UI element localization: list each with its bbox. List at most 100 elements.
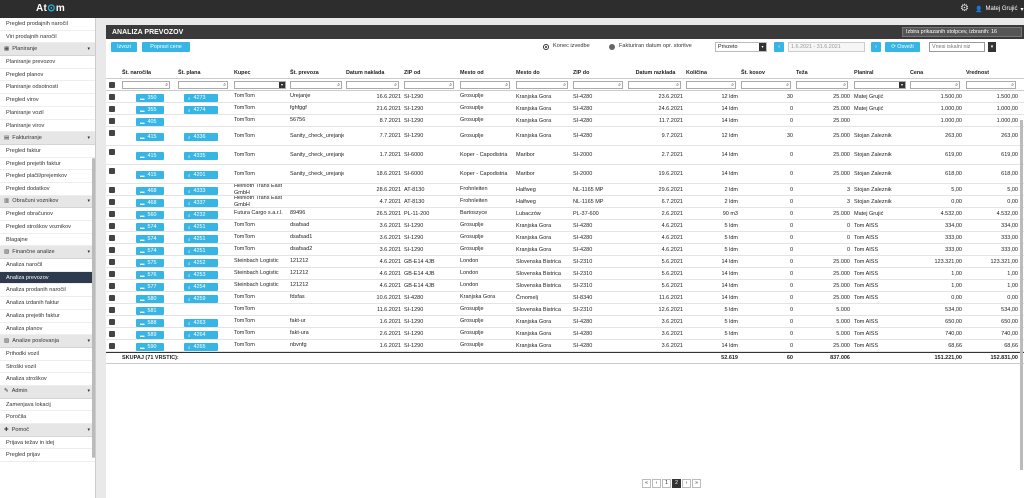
last-page-button[interactable]: » <box>692 479 701 488</box>
column-header-kupec[interactable]: Kupec <box>234 67 288 78</box>
sidebar-item-pregled-faktur[interactable]: Pregled faktur <box>0 145 95 158</box>
filter-datum-razklada[interactable]: ⌕ <box>628 81 681 89</box>
row-checkbox[interactable] <box>109 247 115 253</box>
table-row[interactable]: ▬ 560 ⌕ 4232 Futura Cargo s.a.r.l. 89496 26.5.… <box>106 208 1024 220</box>
row-checkbox[interactable] <box>109 235 115 241</box>
sidebar-item-pregled-dodatkov[interactable]: Pregled dodatkov <box>0 183 95 196</box>
order-badge[interactable]: ▬ 405 <box>136 118 164 126</box>
sidebar-item-planiranje-vozil[interactable]: Planiranje vozil <box>0 107 95 120</box>
plan-badge[interactable]: ⌕ 4337 <box>184 199 218 207</box>
row-checkbox[interactable] <box>109 271 115 277</box>
filter-st-prevoza[interactable]: ⌕ <box>290 81 342 89</box>
search-dropdown-icon[interactable]: ▾ <box>988 42 996 52</box>
sidebar-scrollbar[interactable] <box>92 158 95 458</box>
table-row[interactable]: ▬ 415 ⌕ 4335 TomTom Sanity_check_urejanje 1.7.… <box>106 146 1024 165</box>
sidebar-item-analiza-stroskov[interactable]: Analiza stroškov <box>0 373 95 386</box>
plan-badge[interactable]: ⌕ 4251 <box>184 223 218 231</box>
column-header-st-narocila[interactable]: Št. naročila <box>122 67 172 78</box>
next-page-button[interactable]: › <box>682 479 691 488</box>
plan-badge[interactable]: ⌕ 4254 <box>184 283 218 291</box>
order-badge[interactable]: ▬ 589 <box>136 331 164 339</box>
column-header-datum-razklada[interactable]: Datum razklada <box>628 67 683 78</box>
gear-icon[interactable]: ⚙ <box>960 3 969 14</box>
sidebar-section-admin[interactable]: ✎ Admin ▾ <box>0 385 95 399</box>
column-header-zip-od[interactable]: ZIP od <box>404 67 456 78</box>
column-header-st-prevoza[interactable]: Št. prevoza <box>290 67 344 78</box>
row-checkbox[interactable] <box>109 223 115 229</box>
plan-badge[interactable]: ⌕ 4253 <box>184 271 218 279</box>
filter-zip-od[interactable]: ⌕ <box>404 81 454 89</box>
column-header-kolicina[interactable]: Količina <box>686 67 738 78</box>
row-checkbox[interactable] <box>109 149 115 155</box>
table-row[interactable]: ▬ 575 ⌕ 4252 Steinbach Logistic 121212 4.6.202… <box>106 256 1024 268</box>
filter-vrednost[interactable]: ⌕ <box>966 81 1016 89</box>
order-badge[interactable]: ▬ 468 <box>136 187 164 195</box>
sidebar-item-prijava-tezav-in-idej[interactable]: Prijava težav in idej <box>0 437 95 450</box>
filter-st-plana[interactable]: ⌕ <box>178 81 228 89</box>
row-checkbox[interactable] <box>109 106 115 112</box>
order-badge[interactable]: ▬ 415 <box>136 152 164 160</box>
order-badge[interactable]: ▬ 590 <box>136 343 164 351</box>
radio-end-execution[interactable] <box>543 44 549 50</box>
plan-badge[interactable]: ⌕ 4273 <box>184 94 218 102</box>
row-checkbox[interactable] <box>109 283 115 289</box>
sidebar-item-porocila[interactable]: Poročila <box>0 411 95 424</box>
filter-cena[interactable]: ⌕ <box>910 81 960 89</box>
page-2-button[interactable]: 2 <box>672 479 681 488</box>
order-badge[interactable]: ▬ 581 <box>136 307 164 315</box>
select-all-checkbox[interactable] <box>109 82 115 88</box>
row-checkbox[interactable] <box>109 295 115 301</box>
table-row[interactable]: ▬ 574 ⌕ 4251 TomTom dsafsad1 3.6.2021 SI-1290 Gr… <box>106 232 1024 244</box>
app-logo[interactable]: At⊙m <box>36 3 65 14</box>
page-1-button[interactable]: 1 <box>662 479 671 488</box>
sidebar-section-financne-analize[interactable]: ▧ Finančne analize ▾ <box>0 246 95 260</box>
table-row[interactable]: ▬ 588 ⌕ 4263 TomTom fakt-ur 1.6.2021 SI-1290 Gro… <box>106 316 1024 328</box>
table-row[interactable]: ▬ 350 ⌕ 4273 TomTom Urejanje 16.6.2021 SI-1290 G… <box>106 91 1024 103</box>
table-row[interactable]: ▬ 589 ⌕ 4264 TomTom fakt-ura 2.6.2021 SI-1290 Gr… <box>106 328 1024 340</box>
sidebar-item-pregled-prodajnih-narocil[interactable]: Pregled prodajnih naročil <box>0 18 95 31</box>
sidebar-item-pregled-stroskov-voznikov[interactable]: Pregled stroškov voznikov <box>0 221 95 234</box>
order-badge[interactable]: ▬ 355 <box>136 106 164 114</box>
sidebar-item-analiza-izdanih-faktur[interactable]: Analiza izdanih faktur <box>0 297 95 310</box>
sidebar-item-pregled-obracunov[interactable]: Pregled obračunov <box>0 208 95 221</box>
order-badge[interactable]: ▬ 574 <box>136 235 164 243</box>
column-header-datum-naklada[interactable]: Datum naklada <box>346 67 401 78</box>
filter-datum-naklada[interactable]: ⌕ <box>346 81 399 89</box>
table-scrollbar[interactable] <box>1020 120 1023 470</box>
sidebar-item-analiza-prevozov[interactable]: Analiza prevozov <box>0 271 95 285</box>
table-row[interactable]: ▬ 574 ⌕ 4251 TomTom dsafsad 3.6.2021 SI-1290 Gro… <box>106 220 1024 232</box>
column-select[interactable]: Izbira prikazanih stolpcev, izbranih: 16 <box>902 27 1022 37</box>
plan-badge[interactable]: ⌕ 4232 <box>184 211 218 219</box>
user-menu[interactable]: 👤 Matej Grujić ▾ <box>970 0 1024 18</box>
sidebar-section-analize-poslovanja[interactable]: ▨ Analize poslovanja ▾ <box>0 335 95 348</box>
order-badge[interactable]: ▬ 576 <box>136 271 164 279</box>
filter-zip-do[interactable]: ⌕ <box>573 81 623 89</box>
column-header-st-kosov[interactable]: Št. kosov <box>741 67 793 78</box>
column-header-mesto-od[interactable]: Mesto od <box>460 67 512 78</box>
table-row[interactable]: ▬ 415 ⌕ 4336 TomTom Sanity_check_urejanje 7.7.… <box>106 127 1024 146</box>
sidebar-item-pregled-placil-prejemkov[interactable]: Pregled plačil/prejemkov <box>0 170 95 183</box>
table-row[interactable]: ▬ 405 TomTom 56756 8.7.2021 SI-1290 Grosuplje K… <box>106 115 1024 127</box>
order-badge[interactable]: ▬ 560 <box>136 211 164 219</box>
table-row[interactable]: ▬ 581 TomTom 11.6.2021 SI-1290 Grosuplje Slove… <box>106 304 1024 316</box>
sidebar-item-pregled-prejetih-faktur[interactable]: Pregled prejetih faktur <box>0 158 95 171</box>
row-checkbox[interactable] <box>109 199 115 205</box>
sidebar-section-pomoc[interactable]: ✚ Pomoč ▾ <box>0 424 95 437</box>
filter-mesto-od[interactable]: ⌕ <box>460 81 510 89</box>
sidebar-item-zamenjava-lokacij[interactable]: Zamenjava lokacij <box>0 399 95 412</box>
next-period-button[interactable]: › <box>871 42 881 52</box>
sidebar-item-viri-prodajnih-narocil[interactable]: Viri prodajnih naročil <box>0 31 95 44</box>
column-header-st-plana[interactable]: Št. plana <box>178 67 230 78</box>
table-row[interactable]: ▬ 577 ⌕ 4254 Steinbach Logistic 121212 4.6.202… <box>106 280 1024 292</box>
order-badge[interactable]: ▬ 580 <box>136 295 164 303</box>
plan-badge[interactable]: ⌕ 4251 <box>184 235 218 243</box>
row-checkbox[interactable] <box>109 211 115 217</box>
table-row[interactable]: ▬ 590 ⌕ 4265 TomTom nbvnfg 1.6.2021 SI-1290 Gros… <box>106 340 1024 352</box>
row-checkbox[interactable] <box>109 187 115 193</box>
table-row[interactable]: ▬ 580 ⌕ 4259 TomTom fdsfas 10.6.2021 SI-4280 Kra… <box>106 292 1024 304</box>
table-row[interactable]: ▬ 355 ⌕ 4274 TomTom fghfggf 21.6.2021 SI-1290 Gr… <box>106 103 1024 115</box>
plan-badge[interactable]: ⌕ 4252 <box>184 259 218 267</box>
prev-page-button[interactable]: ‹ <box>652 479 661 488</box>
sidebar-item-planiranje-prevozov[interactable]: Planiranje prevozov <box>0 56 95 69</box>
order-badge[interactable]: ▬ 574 <box>136 247 164 255</box>
